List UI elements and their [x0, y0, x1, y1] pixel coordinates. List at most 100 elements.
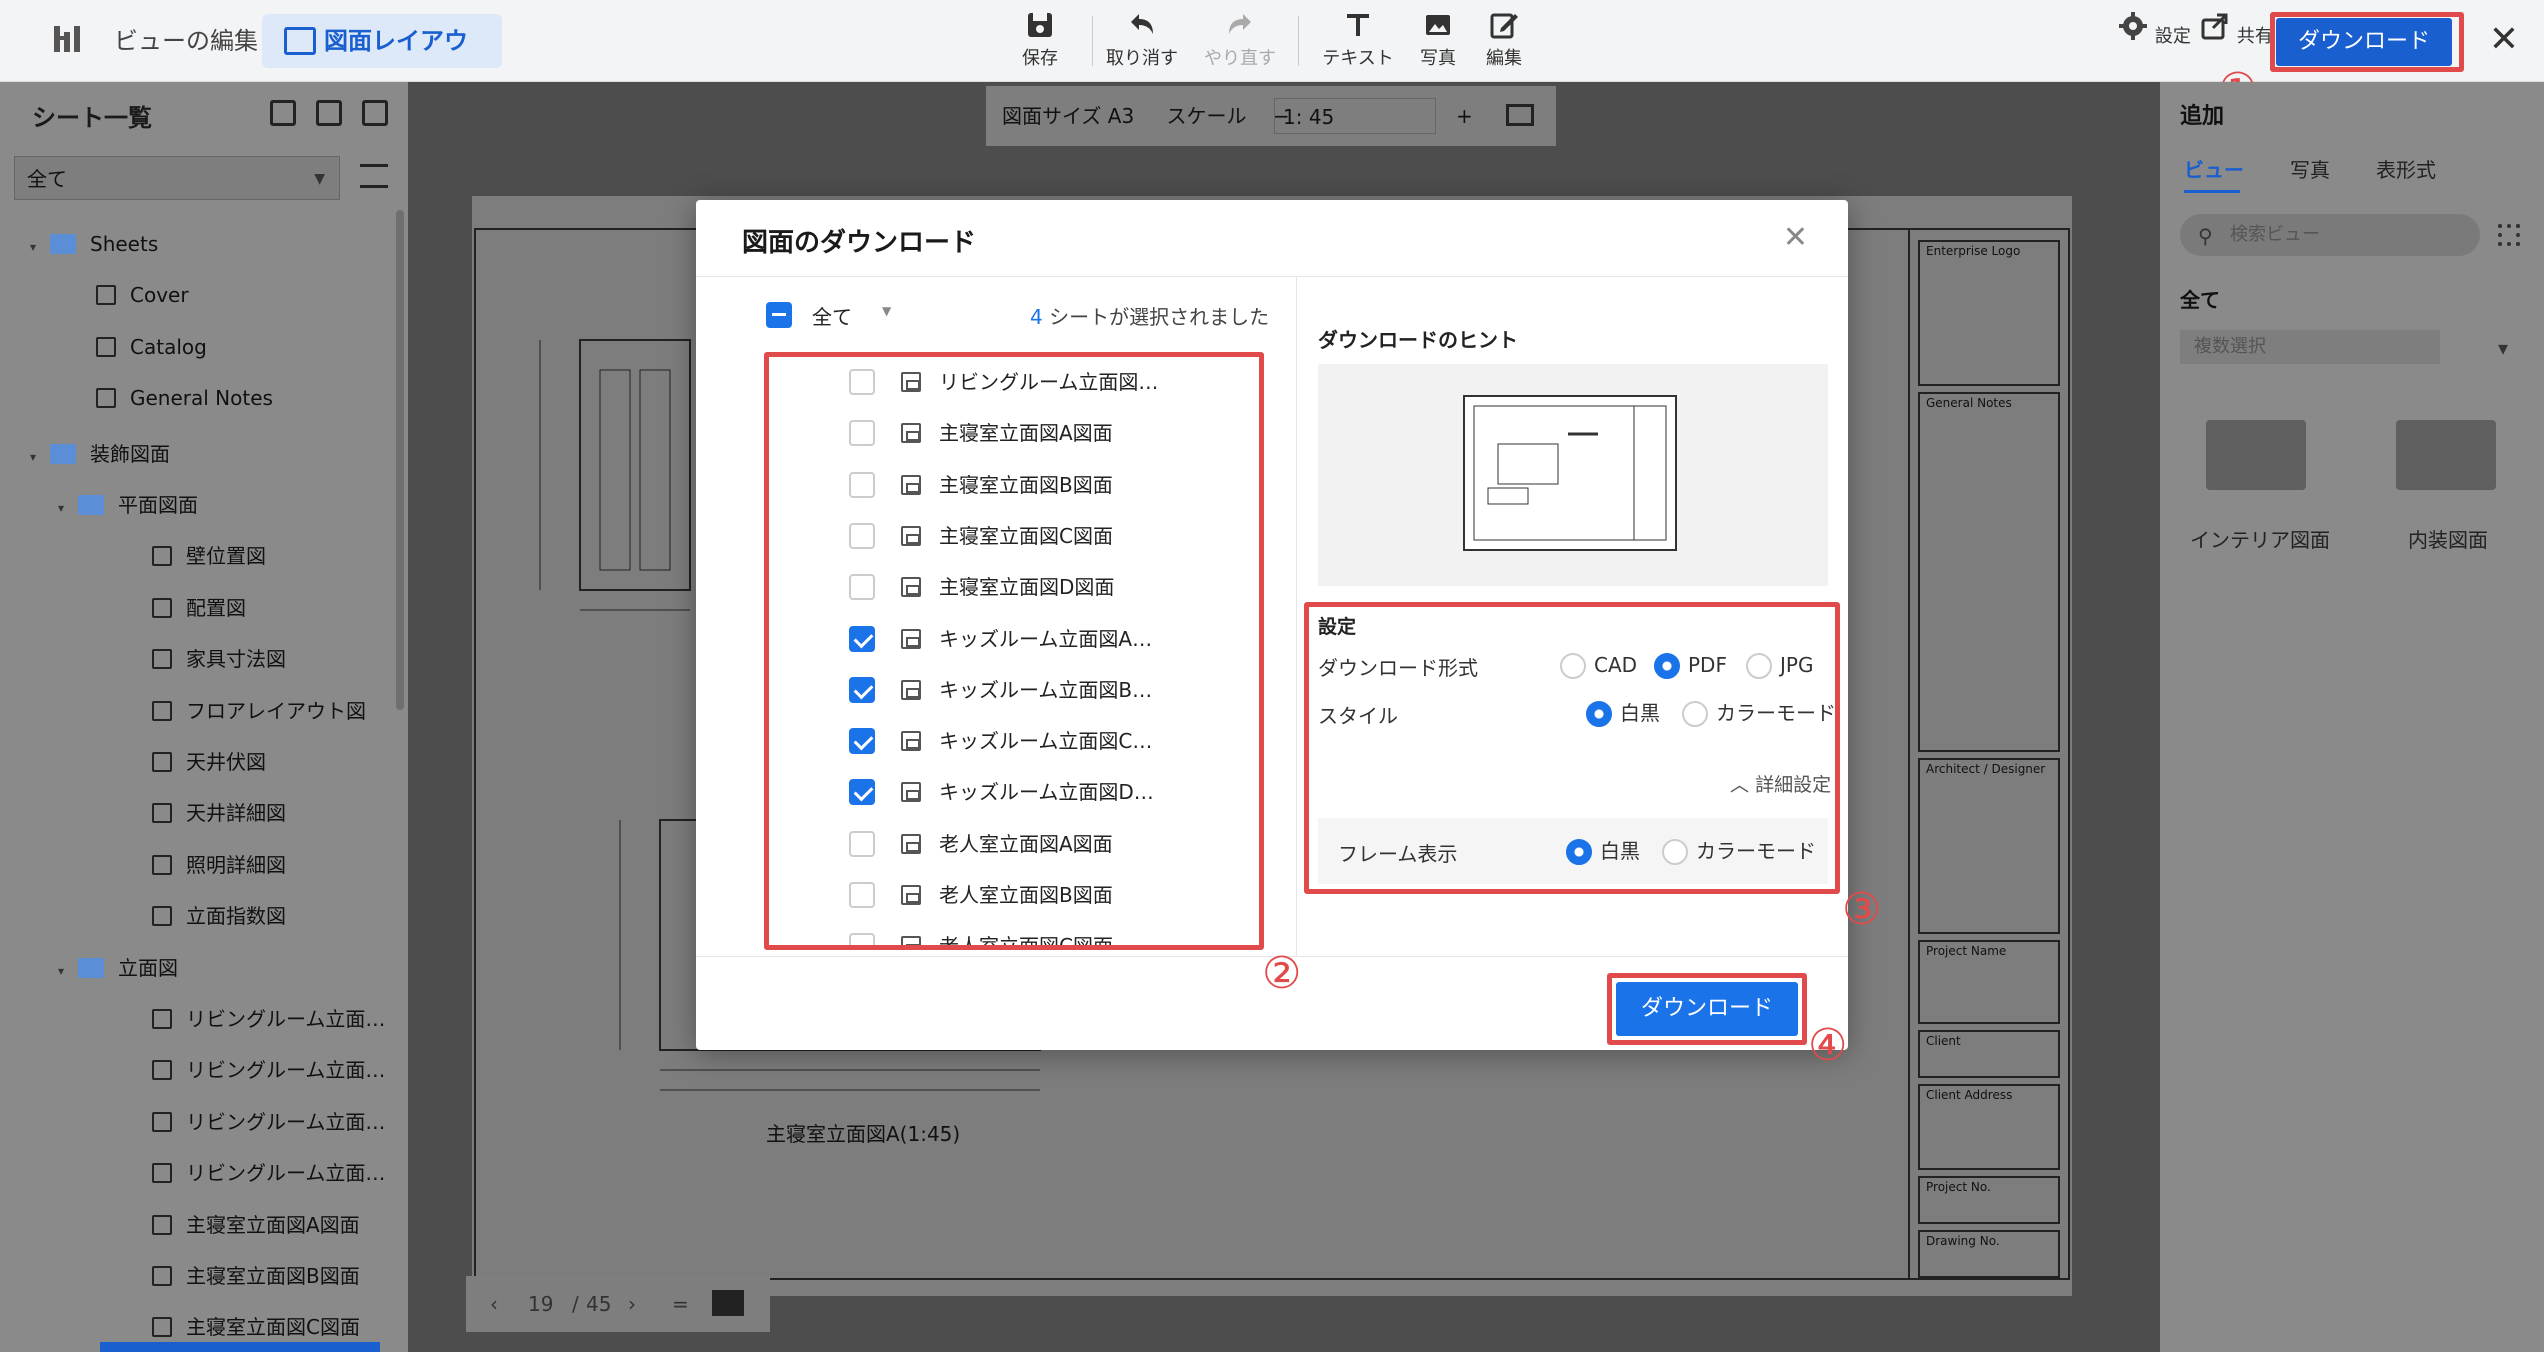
import-icon[interactable] [270, 100, 296, 126]
tree-item-label: 装飾図面 [90, 441, 170, 466]
tree-folder[interactable]: ▾ 平面図面 [58, 489, 198, 518]
undo-button[interactable]: 取り消す [1092, 10, 1192, 70]
tree-sheet[interactable]: 主寝室立面図A図面 [152, 1209, 360, 1238]
tree-sheet[interactable]: 立面指数図 [152, 900, 286, 929]
sheet-icon [901, 936, 921, 945]
view-edit-tab[interactable]: ビューの編集 [96, 14, 276, 68]
tab-table[interactable]: 表形式 [2376, 154, 2436, 183]
tree-sheet[interactable]: リビングルーム立面… [152, 1054, 385, 1083]
tree-item-label: フロアレイアウト図 [186, 698, 366, 723]
sheet-checklist-label: キッズルーム立面図C… [939, 729, 1153, 754]
sheet-icon [901, 525, 921, 546]
sheet-icon [901, 423, 921, 444]
chevron-down-icon[interactable]: ▾ [30, 240, 50, 254]
sheet-icon [152, 1060, 172, 1081]
redo-button[interactable]: やり直す [1190, 10, 1290, 70]
close-icon[interactable]: ✕ [1783, 220, 1808, 255]
save-button[interactable]: 保存 [990, 10, 1090, 70]
ruler-icon[interactable] [1506, 104, 1534, 126]
tree-item-label: 立面図 [118, 955, 178, 980]
sheet-filter-select[interactable]: 全て ▼ [14, 156, 340, 200]
sheet-checkbox[interactable] [849, 830, 875, 857]
settings-label: 設定 [2154, 26, 2191, 47]
sheet-checkbox[interactable] [849, 882, 875, 908]
grid-view-icon[interactable] [2498, 224, 2520, 246]
tree-sheet[interactable]: リビングルーム立面… [152, 1157, 385, 1186]
edit-button[interactable]: 編集 [1454, 10, 1554, 70]
share-button[interactable]: 共有 [2196, 10, 2276, 48]
chevron-down-icon[interactable]: ▾ [30, 450, 50, 464]
layout-tab[interactable]: 図面レイアウト [262, 14, 502, 109]
chevron-down-icon[interactable]: ▾ [58, 964, 78, 978]
tree-item-label: 主寝室立面図A図面 [186, 1212, 360, 1237]
folder-icon[interactable] [2396, 420, 2496, 490]
scale-input[interactable]: 1: 45 [1274, 98, 1436, 134]
tree-folder[interactable]: ▾ 装飾図面 [30, 438, 170, 467]
settings-button[interactable]: 設定 [2114, 10, 2194, 48]
close-icon[interactable]: ✕ [2484, 20, 2524, 60]
tree-sheet[interactable]: 天井詳細図 [152, 797, 286, 826]
sheet-checkbox[interactable] [849, 676, 875, 703]
tree-sheet[interactable]: Cover [96, 283, 189, 307]
sheet-checkbox[interactable] [849, 728, 875, 755]
folder-icon [50, 234, 76, 254]
chevron-right-icon[interactable]: › [628, 1276, 636, 1332]
tree-sheet[interactable]: 主寝室立面図C図面 [152, 1311, 360, 1340]
tab-view[interactable]: ビュー [2184, 154, 2244, 183]
download-button[interactable]: ダウンロード [1616, 982, 1798, 1036]
tree-item-label: 立面指数図 [186, 904, 286, 929]
add-folder-icon[interactable] [316, 100, 342, 126]
redo-label: やり直す [1204, 48, 1276, 69]
tree-item-label: 天井詳細図 [186, 801, 286, 826]
highlight-settings [1304, 602, 1840, 894]
title-block-project-name: Project Name [1918, 940, 2060, 1024]
tree-sheet[interactable]: 配置図 [152, 592, 246, 621]
add-sheet-icon[interactable] [362, 100, 388, 126]
dialog-divider [1296, 276, 1297, 956]
sheet-list-scrollbar[interactable] [396, 210, 404, 710]
page-current[interactable]: 19 [528, 1276, 553, 1332]
tree-sheet[interactable]: フロアレイアウト図 [152, 695, 366, 724]
layout-icon [284, 27, 316, 55]
thumbnail-icon[interactable] [712, 1290, 744, 1316]
equal-icon[interactable]: = [672, 1276, 689, 1332]
tree-sheet[interactable]: 照明詳細図 [152, 849, 286, 878]
toolbar-divider [1298, 16, 1299, 66]
sheet-checklist-label: リビングルーム立面図… [939, 370, 1159, 394]
sheet-checkbox[interactable] [849, 779, 875, 806]
sheet-checkbox[interactable] [849, 369, 875, 395]
tree-sheet[interactable]: 主寝室立面図B図面 [152, 1260, 360, 1289]
tree-sheet[interactable]: 壁位置図 [152, 540, 266, 569]
sheet-checklist-label: キッズルーム立面図D… [939, 780, 1154, 805]
list-view-icon[interactable] [360, 164, 388, 188]
sheet-checkbox[interactable] [849, 420, 875, 447]
folder-icon [50, 443, 76, 464]
select-all-checkbox[interactable] [766, 302, 792, 328]
tree-sheet[interactable]: General Notes [96, 386, 273, 410]
sheet-checkbox[interactable] [849, 625, 875, 652]
tree-folder[interactable]: ▾ Sheets [30, 232, 158, 256]
tree-sheet[interactable]: Catalog [96, 335, 207, 359]
zoom-in-icon[interactable]: + [1456, 86, 1473, 146]
tree-sheet[interactable]: リビングルーム立面… [152, 1106, 385, 1135]
tree-item-label: General Notes [130, 386, 273, 411]
tree-sheet[interactable]: 天井伏図 [152, 746, 266, 775]
tab-photo[interactable]: 写真 [2290, 154, 2330, 183]
folder-label-finish: 内装図面 [2408, 528, 2488, 552]
view-search-input[interactable]: 検索ビュー [2180, 214, 2480, 256]
sheet-checkbox[interactable] [849, 574, 875, 601]
chevron-down-icon[interactable]: ▼ [882, 304, 891, 318]
tree-sheet[interactable]: リビングルーム立面… [152, 1003, 385, 1032]
sheet-icon [152, 1266, 172, 1286]
sheet-checkbox[interactable] [849, 933, 875, 945]
chevron-left-icon[interactable]: ‹ [490, 1276, 498, 1332]
tree-sheet[interactable]: 家具寸法図 [152, 643, 286, 672]
sheet-checkbox[interactable] [849, 471, 875, 498]
sheet-checkbox[interactable] [849, 522, 875, 549]
filter-icon[interactable]: ▾ [2498, 336, 2508, 360]
tree-folder[interactable]: ▾ 立面図 [58, 952, 178, 981]
tree-item-label: 壁位置図 [186, 544, 266, 569]
multi-select-field[interactable]: 複数選択 [2180, 330, 2440, 364]
chevron-down-icon[interactable]: ▾ [58, 501, 78, 515]
folder-icon[interactable] [2206, 420, 2306, 490]
